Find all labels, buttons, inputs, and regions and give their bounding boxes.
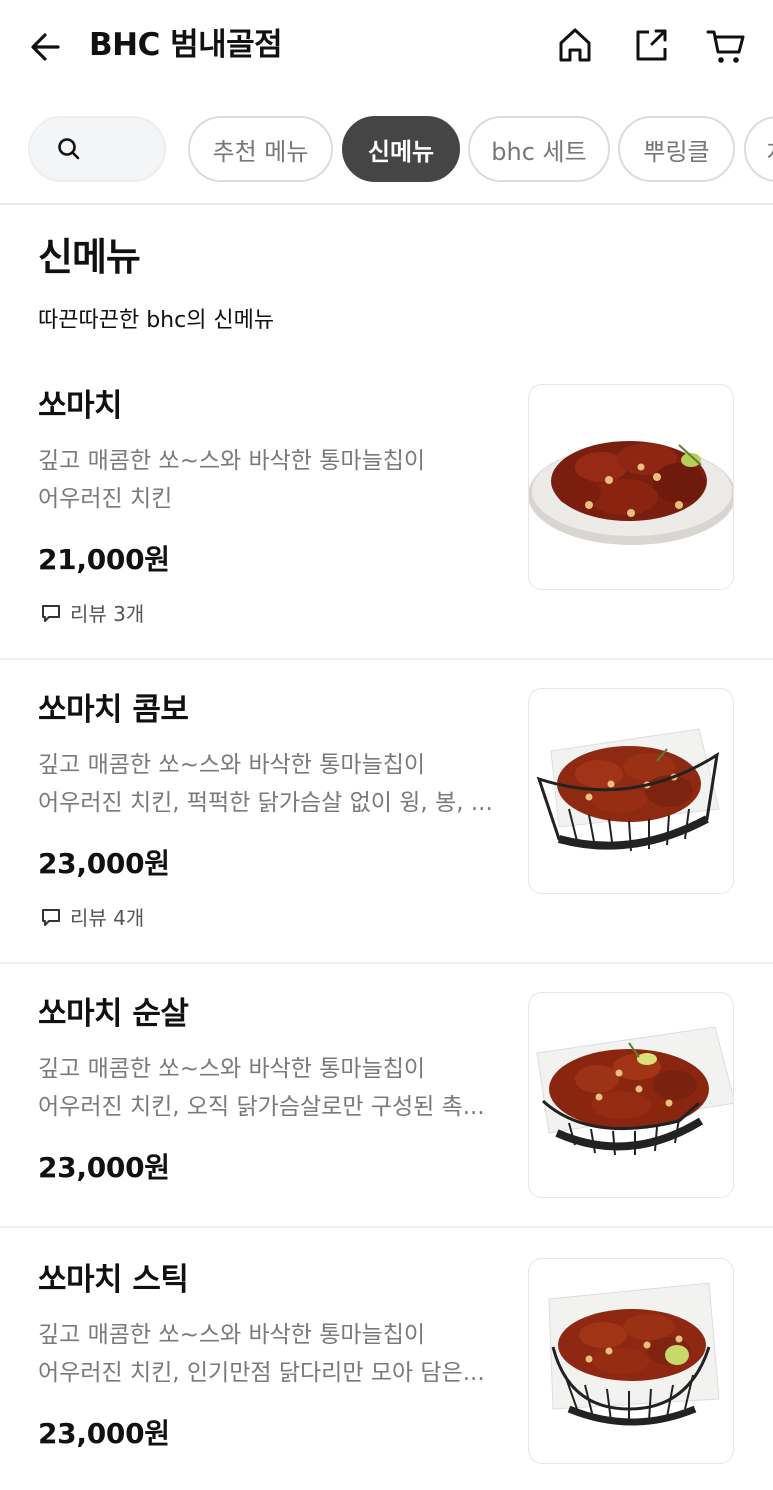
- menu-item-photo[interactable]: [528, 384, 734, 590]
- chip-new-menu[interactable]: 신메뉴: [342, 116, 460, 182]
- section-description: 따끈따끈한 bhc의 신메뉴: [38, 308, 275, 333]
- menu-item-name: 쏘마치 순살: [38, 996, 189, 1032]
- description-line-2: 어우러진 치킨, 퍽퍽한 닭가슴살 없이 윙, 봉, ...: [38, 790, 493, 816]
- home-button[interactable]: [552, 22, 598, 68]
- chip-next[interactable]: 치: [744, 116, 773, 182]
- menu-item-description: 깊고 매콤한 쏘~스와 바삭한 통마늘칩이 어우러진 치킨, 인기만점 닭다리만…: [38, 1316, 508, 1392]
- boneless-chicken-basket-image: [536, 1026, 733, 1156]
- menu-item-photo[interactable]: [528, 1258, 734, 1464]
- chicken-basket-image: [536, 728, 720, 852]
- chip-bhc-set[interactable]: bhc 세트: [468, 116, 610, 182]
- item-divider: [0, 1226, 773, 1228]
- description-line-2: 어우러진 치킨: [38, 486, 173, 512]
- menu-item-reviews[interactable]: 리뷰 3개: [40, 598, 144, 627]
- menu-item-price: 23,000원: [38, 1417, 170, 1450]
- review-count: 리뷰 4개: [70, 906, 145, 930]
- menu-item-price: 23,000원: [38, 847, 170, 880]
- category-chip-bar: 추천 메뉴 신메뉴 bhc 세트 뿌링클 치: [0, 116, 773, 186]
- chip-divider: [0, 203, 773, 205]
- description-line-1: 깊고 매콤한 쏘~스와 바삭한 통마늘칩이: [38, 448, 426, 474]
- chicken-stick-basket-image: [548, 1282, 720, 1426]
- item-divider: [0, 658, 773, 660]
- top-app-bar: BHC 범내골점: [0, 0, 773, 92]
- share-button[interactable]: [628, 22, 674, 68]
- menu-item-description: 깊고 매콤한 쏘~스와 바삭한 통마늘칩이 어우러진 치킨, 오직 닭가슴살로만…: [38, 1050, 508, 1126]
- back-button[interactable]: [24, 24, 70, 70]
- store-title: BHC 범내골점: [89, 27, 283, 63]
- menu-item-name: 쏘마치 스틱: [38, 1262, 189, 1298]
- cart-icon: [706, 30, 745, 63]
- cart-button[interactable]: [703, 22, 749, 68]
- section-title: 신메뉴: [38, 235, 141, 279]
- description-line-1: 깊고 매콤한 쏘~스와 바삭한 통마늘칩이: [38, 1322, 426, 1348]
- description-line-2: 어우러진 치킨, 인기만점 닭다리만 모아 담은...: [38, 1360, 485, 1386]
- description-line-2: 어우러진 치킨, 오직 닭가슴살로만 구성된 촉...: [38, 1094, 485, 1120]
- chip-bburinkle[interactable]: 뿌링클: [618, 116, 735, 182]
- menu-item-photo[interactable]: [528, 992, 734, 1198]
- share-icon: [636, 29, 667, 61]
- description-line-1: 깊고 매콤한 쏘~스와 바삭한 통마늘칩이: [38, 1056, 426, 1082]
- menu-search-button[interactable]: [28, 116, 166, 182]
- menu-item-name: 쏘마치 콤보: [38, 692, 189, 728]
- item-divider: [0, 962, 773, 964]
- menu-item-description: 깊고 매콤한 쏘~스와 바삭한 통마늘칩이 어우러진 치킨, 퍽퍽한 닭가슴살 …: [38, 746, 508, 822]
- menu-item-price: 21,000원: [38, 543, 170, 576]
- home-icon: [559, 28, 591, 62]
- back-arrow-icon: [31, 33, 60, 61]
- chip-recommended[interactable]: 추천 메뉴: [188, 116, 333, 182]
- comment-icon: [42, 604, 60, 622]
- chicken-plate-image: [529, 441, 733, 545]
- menu-item-description: 깊고 매콤한 쏘~스와 바삭한 통마늘칩이 어우러진 치킨: [38, 442, 508, 518]
- review-count: 리뷰 3개: [70, 602, 145, 626]
- description-line-1: 깊고 매콤한 쏘~스와 바삭한 통마늘칩이: [38, 752, 426, 778]
- menu-item-photo[interactable]: [528, 688, 734, 894]
- menu-item-name: 쏘마치: [38, 388, 123, 424]
- search-icon: [58, 138, 80, 160]
- menu-item-reviews[interactable]: 리뷰 4개: [40, 902, 144, 931]
- menu-item-price: 23,000원: [38, 1151, 170, 1184]
- comment-icon: [42, 908, 60, 926]
